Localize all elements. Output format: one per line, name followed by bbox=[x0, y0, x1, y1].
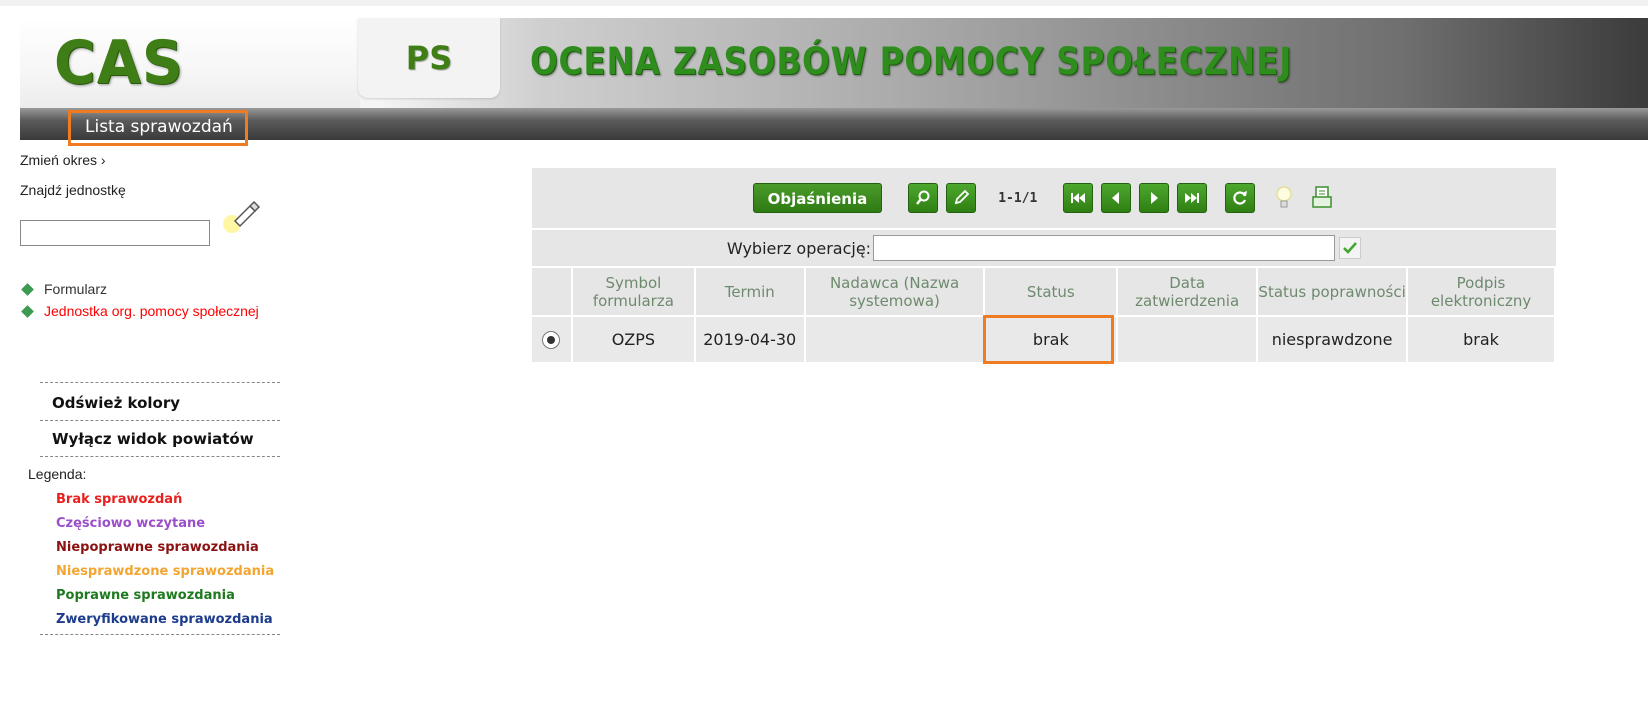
col-symbol[interactable]: Symbol formularza bbox=[571, 268, 696, 317]
legend-title: Legenda: bbox=[28, 466, 87, 482]
bulb-icon[interactable] bbox=[1271, 183, 1297, 213]
cell-validity-status: niesprawdzone bbox=[1257, 316, 1409, 362]
flashlight-icon[interactable] bbox=[220, 196, 264, 234]
pager-label: 1-1/1 bbox=[998, 190, 1038, 206]
module-tab[interactable]: PS bbox=[358, 18, 500, 98]
refresh-icon[interactable] bbox=[1225, 183, 1256, 213]
find-unit-label: Znajdź jednostkę bbox=[20, 182, 126, 198]
prev-page-icon[interactable] bbox=[1101, 183, 1132, 213]
legend-item-invalid: Niepoprawne sprawozdania bbox=[56, 540, 259, 555]
edit-icon[interactable] bbox=[946, 183, 977, 213]
tree-item-label: Formularz bbox=[44, 281, 108, 297]
legend-item-valid: Poprawne sprawozdania bbox=[56, 588, 235, 603]
operation-row: Wybierz operację: bbox=[532, 230, 1556, 268]
cell-e-signature: brak bbox=[1407, 316, 1556, 362]
unit-search-input[interactable] bbox=[20, 220, 210, 246]
print-icon[interactable] bbox=[1309, 183, 1335, 213]
col-validity-status[interactable]: Status poprawności bbox=[1257, 268, 1409, 317]
col-select bbox=[532, 268, 573, 317]
table-row[interactable]: OZPS 2019-04-30 brak niesprawdzone brak bbox=[532, 315, 1556, 364]
divider bbox=[40, 382, 280, 383]
first-page-icon[interactable] bbox=[1063, 183, 1094, 213]
col-status[interactable]: Status bbox=[984, 268, 1119, 317]
change-period-link[interactable]: Zmień okres › bbox=[20, 152, 106, 168]
explanations-button[interactable]: Objaśnienia bbox=[752, 183, 883, 213]
col-e-signature[interactable]: Podpis elektroniczny bbox=[1407, 268, 1556, 317]
row-select-cell[interactable] bbox=[532, 316, 573, 362]
legend-item-no-reports: Brak sprawozdań bbox=[56, 492, 183, 507]
cell-termin: 2019-04-30 bbox=[694, 316, 806, 362]
page: CAS PS OCENA ZASOBÓW POMOCY SPOŁECZNEJ L… bbox=[0, 6, 1648, 716]
row-radio[interactable] bbox=[542, 331, 561, 350]
col-termin[interactable]: Termin bbox=[694, 268, 806, 317]
nav-item-report-list[interactable]: Lista sprawozdań bbox=[68, 110, 248, 146]
report-grid: Objaśnienia 1-1/1 Wybierz operację: Symb… bbox=[532, 168, 1556, 364]
toggle-districts-link[interactable]: Wyłącz widok powiatów bbox=[52, 430, 254, 448]
tree-item-unit[interactable]: Jednostka org. pomocy społecznej bbox=[20, 300, 259, 322]
diamond-icon bbox=[21, 282, 34, 296]
legend-item-verified: Zweryfikowane sprawozdania bbox=[56, 612, 273, 627]
col-approval-date[interactable]: Data zatwierdzenia bbox=[1117, 268, 1259, 317]
tree-item-label: Jednostka org. pomocy społecznej bbox=[44, 303, 259, 319]
cell-symbol: OZPS bbox=[571, 316, 696, 362]
divider bbox=[40, 420, 280, 421]
operation-select[interactable] bbox=[873, 235, 1336, 261]
tree: Formularz Jednostka org. pomocy społeczn… bbox=[20, 278, 259, 322]
logo-area: CAS bbox=[20, 18, 360, 108]
divider bbox=[40, 456, 280, 457]
checkmark-icon bbox=[1343, 242, 1358, 254]
legend: Brak sprawozdań Częściowo wczytane Niepo… bbox=[56, 488, 274, 632]
search-icon[interactable] bbox=[908, 183, 939, 213]
refresh-colors-link[interactable]: Odśwież kolory bbox=[52, 394, 180, 412]
operation-label: Wybierz operację: bbox=[726, 238, 872, 258]
grid-toolbar: Objaśnienia 1-1/1 bbox=[532, 168, 1556, 230]
next-page-icon[interactable] bbox=[1139, 183, 1170, 213]
confirm-operation-button[interactable] bbox=[1339, 237, 1362, 259]
table-header-row: Symbol formularza Termin Nadawca (Nazwa … bbox=[532, 268, 1556, 317]
app-title: OCENA ZASOBÓW POMOCY SPOŁECZNEJ bbox=[530, 40, 1293, 83]
cas-logo: CAS bbox=[54, 28, 184, 98]
tree-item-form[interactable]: Formularz bbox=[20, 278, 259, 300]
legend-item-partial: Częściowo wczytane bbox=[56, 516, 206, 531]
status-value: brak bbox=[1032, 330, 1069, 349]
reports-table: Symbol formularza Termin Nadawca (Nazwa … bbox=[532, 268, 1556, 364]
divider bbox=[40, 634, 280, 635]
app-header: CAS PS OCENA ZASOBÓW POMOCY SPOŁECZNEJ bbox=[20, 18, 1648, 108]
legend-item-unchecked: Niesprawdzone sprawozdania bbox=[56, 564, 275, 579]
cell-status: brak bbox=[983, 315, 1119, 364]
cell-approval-date bbox=[1117, 316, 1259, 362]
col-sender[interactable]: Nadawca (Nazwa systemowa) bbox=[804, 268, 986, 317]
nav-bar: Lista sprawozdań bbox=[20, 108, 1648, 146]
diamond-icon bbox=[21, 304, 34, 318]
last-page-icon[interactable] bbox=[1177, 183, 1208, 213]
module-label: PS bbox=[405, 39, 453, 77]
cell-sender bbox=[804, 316, 986, 362]
